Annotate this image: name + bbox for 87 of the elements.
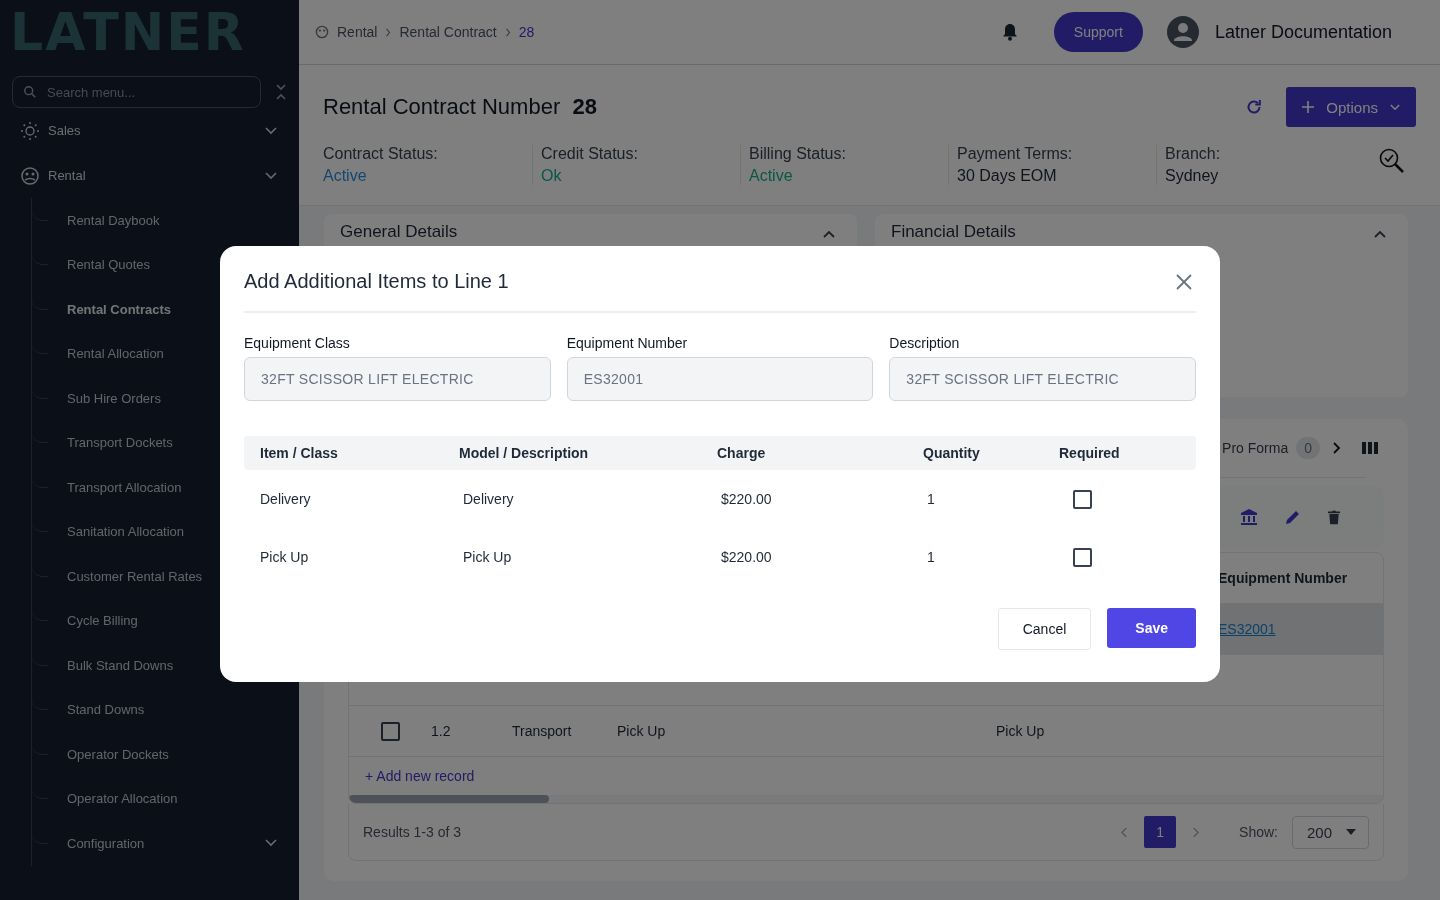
add-record-link[interactable]: + Add new record bbox=[365, 768, 475, 784]
status-value[interactable]: Active bbox=[323, 167, 532, 185]
chevron-right-icon[interactable] bbox=[1332, 442, 1340, 454]
pencil-icon[interactable] bbox=[1284, 508, 1302, 526]
table-cell-text: Pick Up bbox=[616, 723, 667, 739]
field-label: Equipment Number bbox=[566, 335, 689, 351]
sun-icon bbox=[20, 120, 40, 141]
search-icon bbox=[23, 85, 37, 99]
count-badge: 0 bbox=[1296, 437, 1320, 459]
nav-subitem[interactable]: Configuration bbox=[32, 821, 287, 866]
breadcrumb-link[interactable]: Rental Contract bbox=[399, 24, 497, 40]
column-header: Charge bbox=[716, 445, 767, 461]
cancel-button[interactable]: Cancel bbox=[997, 608, 1092, 650]
columns-icon[interactable] bbox=[1362, 442, 1378, 454]
column-header: Equipment Number bbox=[1217, 570, 1349, 586]
face-icon bbox=[315, 25, 329, 39]
caret-icon[interactable] bbox=[823, 230, 835, 238]
status-value: Active bbox=[749, 167, 794, 185]
page-button[interactable]: 1 bbox=[1144, 816, 1177, 848]
chevron-right-icon bbox=[385, 27, 392, 37]
card-title: General Details bbox=[340, 222, 458, 242]
collapse-icon[interactable] bbox=[275, 82, 287, 102]
save-button[interactable]: Save bbox=[1107, 608, 1196, 648]
table-cell-text: $220.00 bbox=[720, 549, 773, 565]
trash-icon[interactable] bbox=[1328, 509, 1340, 525]
column-header: Item / Class bbox=[259, 445, 339, 461]
status-label: Billing Status: bbox=[749, 145, 847, 163]
caret-icon bbox=[1390, 103, 1400, 111]
table-cell-text: 1 bbox=[926, 491, 936, 507]
status-label: Branch: bbox=[1165, 145, 1222, 163]
chevron-icon bbox=[265, 126, 277, 135]
bank-icon[interactable] bbox=[1240, 508, 1258, 526]
chevron-right-icon bbox=[504, 27, 511, 37]
chevron-icon bbox=[265, 839, 277, 848]
nav-subitem[interactable]: Operator Dockets bbox=[32, 732, 287, 777]
breadcrumb-link[interactable]: Rental bbox=[337, 24, 378, 40]
field-label: Equipment Class bbox=[244, 335, 351, 351]
table-cell-text: 1 bbox=[926, 549, 936, 565]
plus-icon bbox=[1302, 101, 1315, 113]
search-check-icon[interactable] bbox=[1378, 147, 1406, 175]
nav-item[interactable]: Rental bbox=[12, 153, 287, 198]
search-field[interactable]: Search menu... bbox=[12, 76, 261, 108]
column-header: Quantity bbox=[922, 445, 981, 461]
column-header: Required bbox=[1058, 445, 1121, 461]
column-header: Model / Description bbox=[458, 445, 590, 461]
nav-subitem[interactable]: Bulk Stand Downs bbox=[32, 643, 287, 688]
support-button[interactable]: Support bbox=[1053, 12, 1143, 52]
table-cell-text: 1.2 bbox=[430, 723, 452, 739]
status-label: Credit Status: bbox=[541, 145, 639, 163]
face-icon bbox=[20, 165, 40, 186]
checkbox[interactable] bbox=[381, 721, 400, 741]
table-cell-text: $220.00 bbox=[720, 491, 773, 507]
tab[interactable]: Pro Forma bbox=[1222, 440, 1289, 456]
table-cell-text: Transport bbox=[511, 723, 573, 739]
chevron-icon bbox=[265, 171, 277, 180]
status-value: Sydney bbox=[1165, 167, 1220, 185]
breadcrumb-link[interactable]: 28 bbox=[518, 24, 535, 40]
checkbox[interactable] bbox=[1073, 489, 1092, 509]
status-value: Ok bbox=[541, 167, 563, 185]
table-cell-text: Delivery bbox=[462, 491, 515, 507]
scrollbar-thumb[interactable] bbox=[349, 795, 549, 803]
avatar-icon[interactable] bbox=[1166, 16, 1199, 48]
nav-subitem[interactable]: Stand Downs bbox=[32, 687, 287, 732]
table-cell-text: Pick Up bbox=[259, 549, 310, 565]
caret-icon bbox=[1346, 829, 1356, 835]
table-row[interactable]: 1.2 Transport Pick Up Pick Up bbox=[349, 706, 1383, 757]
close-icon[interactable] bbox=[1176, 273, 1192, 290]
page-size-select[interactable]: 200 bbox=[1291, 815, 1369, 849]
nav-subitem[interactable]: Operator Allocation bbox=[32, 776, 287, 821]
options-button[interactable]: Options bbox=[1286, 87, 1416, 127]
checkbox[interactable] bbox=[1073, 547, 1092, 567]
user-name[interactable]: Latner Documentation bbox=[1214, 21, 1392, 43]
nav-item[interactable]: Sales bbox=[12, 108, 287, 153]
table-cell-text: Pick Up bbox=[462, 549, 513, 565]
table-cell-text: Delivery bbox=[259, 491, 312, 507]
card-title: Financial Details bbox=[891, 222, 1016, 242]
status-label: Contract Status: bbox=[323, 145, 439, 163]
results-count: Results 1-3 of 3 bbox=[363, 824, 462, 840]
caret-icon[interactable] bbox=[1374, 230, 1386, 238]
field-label: Description bbox=[889, 335, 961, 351]
status-label: Payment Terms: bbox=[957, 145, 1074, 163]
nav-subitem[interactable]: Cycle Billing bbox=[32, 598, 287, 643]
table-cell-text: Pick Up bbox=[995, 723, 1046, 739]
status-value: 30 Days EOM bbox=[957, 167, 1058, 185]
show-label: Show: bbox=[1239, 824, 1278, 840]
page-title: Rental Contract Number 28 bbox=[323, 94, 597, 120]
nav-subitem[interactable]: Rental Daybook bbox=[32, 198, 287, 243]
